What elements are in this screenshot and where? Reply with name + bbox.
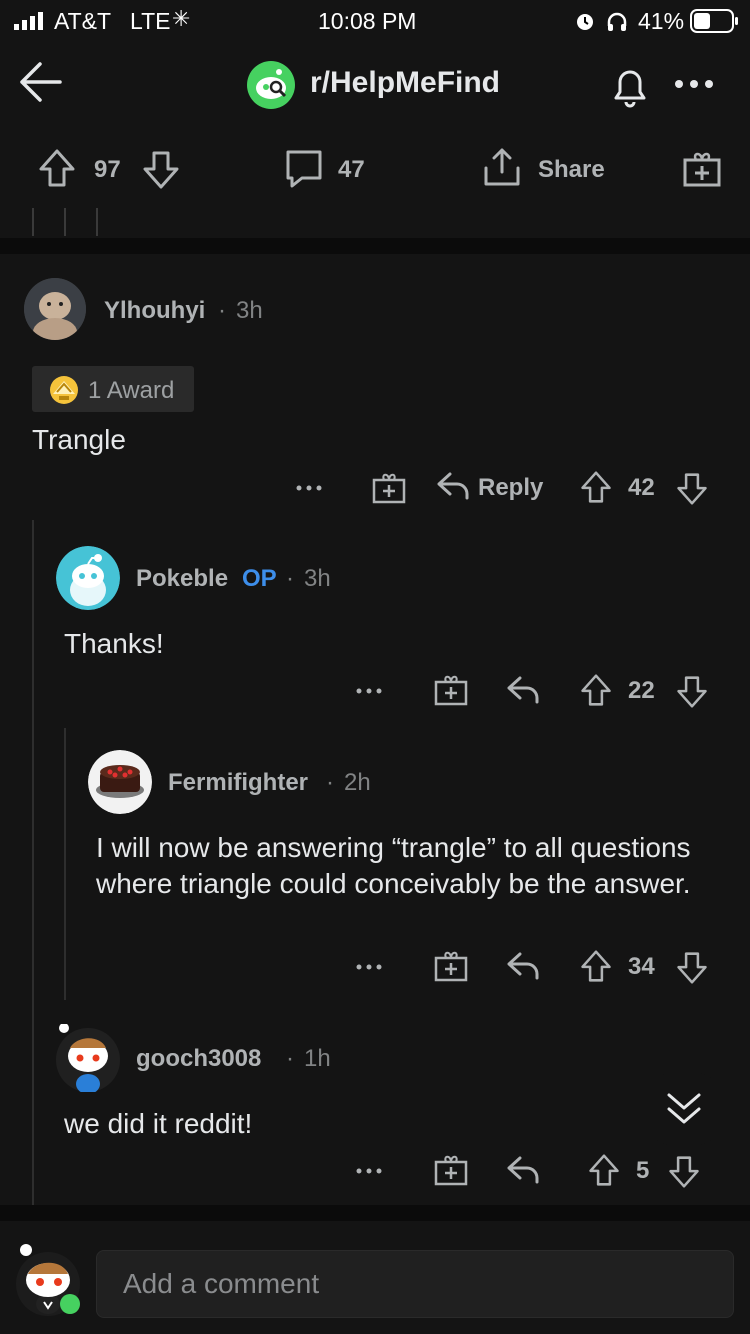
- network-label: LTE: [130, 8, 171, 34]
- comments-icon[interactable]: [284, 148, 324, 190]
- downvote-icon[interactable]: [676, 951, 708, 985]
- comment-timestamp: 1h: [304, 1045, 331, 1072]
- share-button[interactable]: Share: [538, 156, 605, 184]
- comment-body: I will now be answering “trangle” to all…: [96, 832, 691, 899]
- meta-separator: ·: [286, 1045, 294, 1072]
- award-badge[interactable]: 1 Award: [32, 366, 194, 412]
- clock: 10:08 PM: [318, 8, 417, 34]
- vote-count: 22: [628, 677, 655, 704]
- reply-button[interactable]: Reply: [478, 474, 543, 502]
- upvote-icon[interactable]: [580, 470, 612, 504]
- give-award-icon[interactable]: [434, 1152, 468, 1186]
- comment-author[interactable]: Fermifighter: [168, 769, 308, 797]
- upvote-icon[interactable]: [580, 673, 612, 707]
- reply-icon[interactable]: [506, 950, 540, 982]
- add-comment-input[interactable]: Add a comment: [96, 1250, 734, 1318]
- comment-author[interactable]: Ylhouhyi: [104, 297, 205, 325]
- give-award-icon[interactable]: [434, 948, 468, 982]
- post-downvote-icon[interactable]: [142, 150, 180, 190]
- current-user-avatar[interactable]: [14, 1242, 86, 1318]
- downvote-icon[interactable]: [676, 675, 708, 709]
- comment-more-icon[interactable]: [296, 484, 322, 492]
- give-award-icon[interactable]: [372, 470, 406, 504]
- comment-author[interactable]: Pokeble: [136, 565, 228, 593]
- post-vote-count: 97: [94, 156, 121, 183]
- comment-more-icon[interactable]: [356, 963, 382, 971]
- comment-author[interactable]: gooch3008: [136, 1045, 261, 1073]
- comment-timestamp: 3h: [236, 297, 263, 324]
- comment-timestamp: 3h: [304, 565, 331, 592]
- award-label: 1 Award: [88, 377, 175, 404]
- thread-line[interactable]: [64, 728, 66, 1000]
- signal-icon: [14, 12, 48, 30]
- loading-spinner-icon: ✳: [172, 6, 191, 31]
- avatar[interactable]: [56, 1024, 120, 1092]
- vote-count: 34: [628, 953, 655, 980]
- notification-bell-icon[interactable]: [606, 62, 654, 110]
- meta-separator: ·: [286, 565, 294, 592]
- meta-separator: ·: [326, 769, 334, 796]
- give-award-icon[interactable]: [682, 148, 722, 188]
- comment-more-icon[interactable]: [356, 1167, 382, 1175]
- status-bar: AT&T LTE ✳ 10:08 PM 41%: [0, 0, 750, 40]
- reply-icon[interactable]: [506, 1154, 540, 1186]
- battery-percent: 41%: [638, 8, 685, 34]
- comment-body: Thanks!: [64, 628, 164, 659]
- battery-icon: [690, 9, 740, 33]
- comment-timestamp: 2h: [344, 769, 371, 796]
- award-icon: [48, 374, 80, 406]
- upvote-icon[interactable]: [580, 949, 612, 983]
- avatar[interactable]: [88, 750, 152, 814]
- section-divider: [0, 238, 750, 254]
- upvote-icon[interactable]: [588, 1153, 620, 1187]
- share-icon[interactable]: [482, 146, 522, 188]
- subreddit-name[interactable]: r/HelpMeFind: [310, 66, 500, 100]
- comment-more-icon[interactable]: [356, 687, 382, 695]
- back-arrow-icon[interactable]: [16, 58, 64, 106]
- reply-icon[interactable]: [506, 674, 540, 706]
- op-badge: OP: [242, 565, 277, 592]
- top-nav-bar: r/HelpMeFind: [0, 40, 750, 130]
- carrier-label: AT&T: [54, 8, 112, 34]
- comment-body: Trangle: [32, 424, 126, 455]
- downvote-icon[interactable]: [676, 472, 708, 506]
- downvote-icon[interactable]: [668, 1155, 700, 1189]
- next-comment-button[interactable]: [640, 1072, 728, 1146]
- avatar[interactable]: [24, 278, 86, 340]
- avatar[interactable]: [56, 546, 120, 610]
- reply-icon[interactable]: [436, 470, 470, 502]
- double-chevron-down-icon: [666, 1090, 702, 1126]
- thread-line-remnant: [32, 208, 34, 236]
- post-action-bar: 97 47 Share: [0, 130, 750, 236]
- thread-line-remnant: [96, 208, 98, 236]
- vote-count: 42: [628, 474, 655, 501]
- section-divider: [0, 1205, 750, 1221]
- thread-line[interactable]: [32, 520, 34, 1205]
- vote-count: 5: [636, 1157, 650, 1184]
- post-upvote-icon[interactable]: [38, 148, 76, 188]
- thread-line-remnant: [64, 208, 66, 236]
- headphones-icon: [606, 10, 628, 32]
- subreddit-icon[interactable]: [246, 60, 296, 110]
- give-award-icon[interactable]: [434, 672, 468, 706]
- more-options-icon[interactable]: [674, 78, 714, 90]
- post-comment-count[interactable]: 47: [338, 156, 365, 184]
- meta-separator: ·: [218, 297, 226, 324]
- comment-body: we did it reddit!: [64, 1108, 253, 1139]
- alarm-icon: [574, 10, 596, 32]
